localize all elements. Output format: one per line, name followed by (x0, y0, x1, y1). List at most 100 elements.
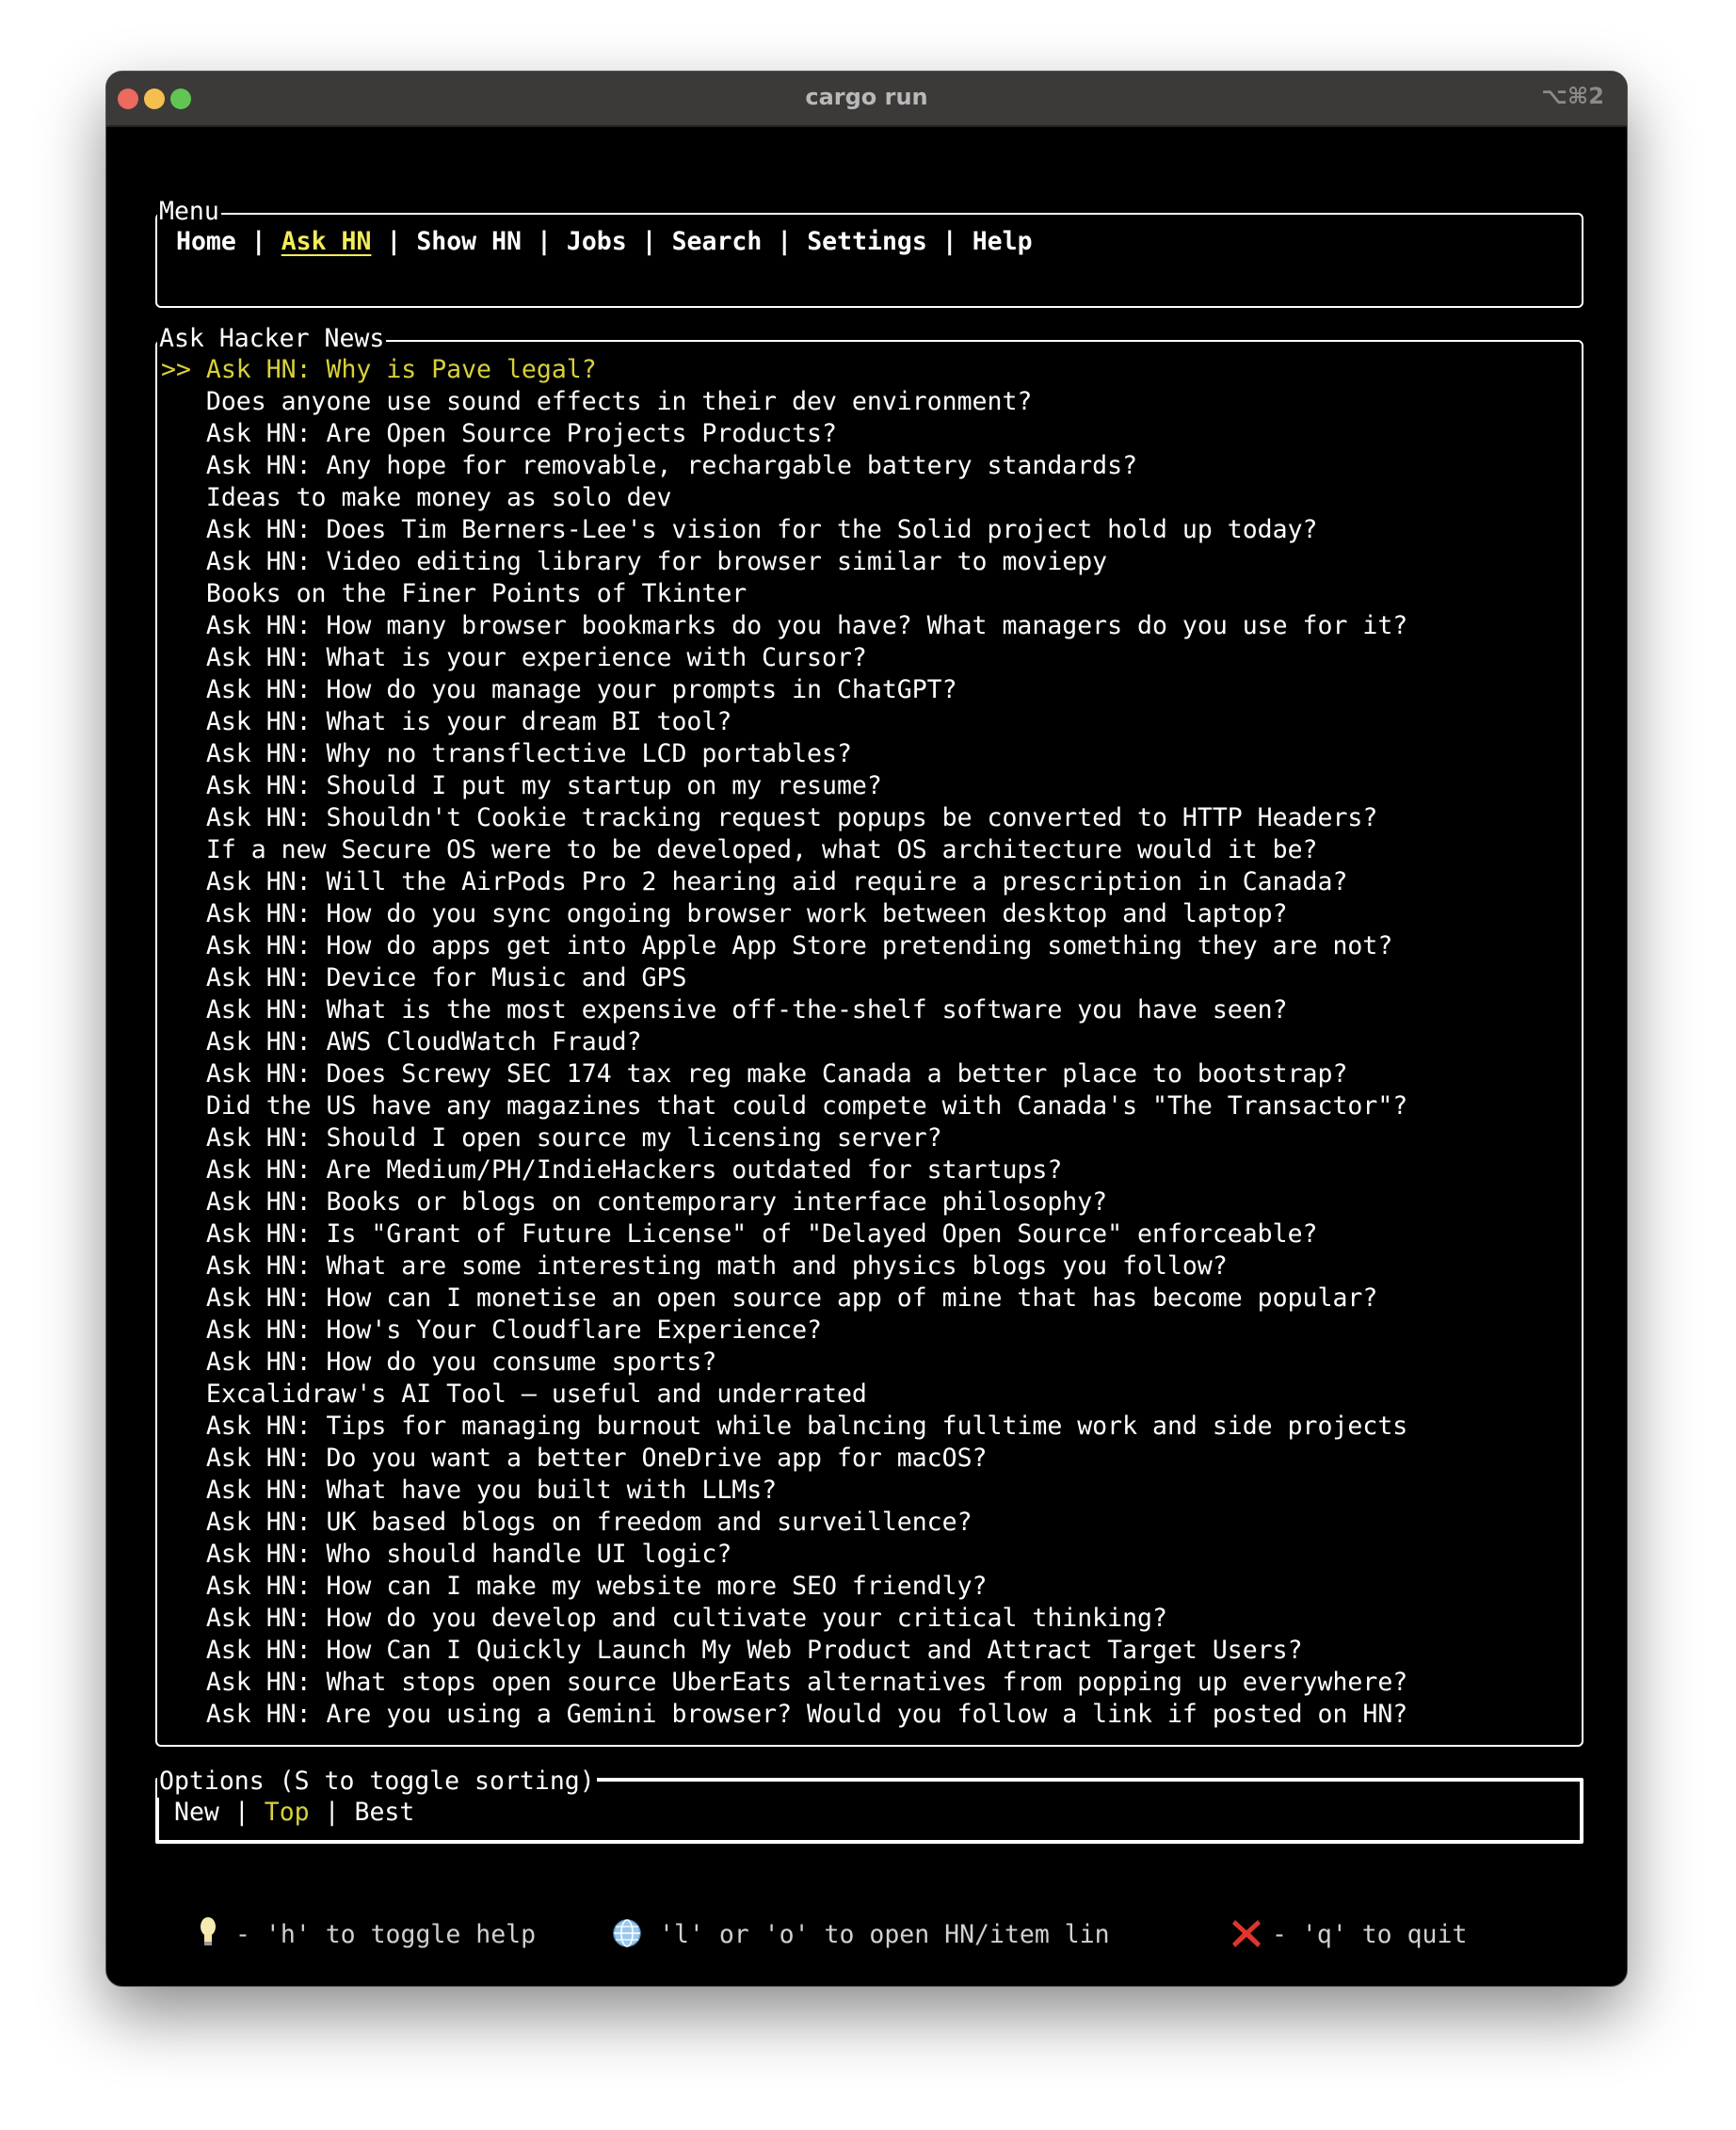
menu-item-jobs[interactable]: Jobs (567, 227, 627, 256)
story-title: Ask HN: Are you using a Gemini browser? … (205, 1700, 1408, 1729)
list-item[interactable]: >> Ask HN: Why is Pave legal? (161, 354, 597, 386)
list-item[interactable]: Ask HN: Do you want a better OneDrive ap… (161, 1443, 988, 1475)
list-item[interactable]: Ask HN: Does Tim Berners-Lee's vision fo… (161, 514, 1318, 546)
story-title: Ask HN: Device for Music and GPS (205, 963, 687, 992)
terminal-window: cargo run ⌥⌘2 Menu Home | Ask HN | Show … (105, 71, 1628, 1987)
list-item[interactable]: Ask HN: What is the most expensive off-t… (161, 994, 1288, 1026)
list-item[interactable]: Excalidraw's AI Tool – useful and underr… (161, 1379, 867, 1411)
list-item[interactable]: Ask HN: Should I open source my licensin… (161, 1122, 942, 1154)
cursor-space (161, 1540, 206, 1569)
list-item[interactable]: Books on the Finer Points of Tkinter (161, 578, 747, 610)
cursor-space (161, 1412, 206, 1441)
menu-item-settings[interactable]: Settings (807, 227, 927, 256)
list-item[interactable]: Ask HN: Shouldn't Cookie tracking reques… (161, 802, 1377, 834)
story-title: Ask HN: Should I put my startup on my re… (205, 771, 882, 800)
lightbulb-icon (201, 1917, 216, 1945)
list-item[interactable]: Ask HN: How can I make my website more S… (161, 1571, 988, 1603)
cursor-space (161, 1187, 206, 1217)
cursor-space (161, 579, 206, 608)
list-item[interactable]: Ask HN: Should I put my startup on my re… (161, 770, 882, 802)
list-item[interactable]: Ask HN: What are some interesting math a… (161, 1251, 1228, 1283)
cursor-space (161, 1347, 206, 1377)
cursor-space (161, 1219, 206, 1249)
list-item[interactable]: Ask HN: Are you using a Gemini browser? … (161, 1699, 1407, 1731)
story-title: Did the US have any magazines that could… (205, 1091, 1408, 1121)
list-item[interactable]: Ask HN: Are Medium/PH/IndieHackers outda… (161, 1154, 1062, 1186)
list-item[interactable]: Ask HN: Who should handle UI logic? (161, 1539, 731, 1571)
menu-separator: | (626, 227, 672, 256)
list-item[interactable]: Ask HN: Is "Grant of Future License" of … (161, 1218, 1318, 1251)
list-item[interactable]: Ask HN: Books or blogs on contemporary i… (161, 1186, 1107, 1218)
cursor-space (161, 611, 206, 640)
story-title: Ask HN: What have you built with LLMs? (205, 1476, 778, 1505)
list-item[interactable]: Ask HN: How do you develop and cultivate… (161, 1603, 1167, 1635)
menu-separator: | (522, 227, 567, 256)
list-item[interactable]: Ideas to make money as solo dev (161, 482, 672, 514)
story-title: Ask HN: How do you consume sports? (205, 1347, 717, 1377)
list-item[interactable]: Ask HN: How do you consume sports? (161, 1347, 716, 1379)
cursor-space (161, 867, 206, 896)
cursor-space (161, 1027, 206, 1057)
list-item[interactable]: Ask HN: What is your experience with Cur… (161, 642, 867, 674)
menu-item-home[interactable]: Home (176, 227, 236, 256)
cursor-space (161, 739, 206, 768)
list-item[interactable]: Ask HN: What stops open source UberEats … (161, 1667, 1407, 1699)
cursor-space (161, 1059, 206, 1089)
story-title: Ask HN: Tips for managing burnout while … (205, 1412, 1408, 1441)
cursor-space (161, 1251, 206, 1281)
list-item[interactable]: Ask HN: How many browser bookmarks do yo… (161, 610, 1407, 642)
list-item[interactable]: Did the US have any magazines that could… (161, 1090, 1407, 1122)
list-item[interactable]: Ask HN: How do you sync ongoing browser … (161, 898, 1288, 930)
list-item[interactable]: Ask HN: What is your dream BI tool? (161, 706, 731, 738)
cursor-space (161, 643, 206, 672)
list-item[interactable]: Ask HN: Device for Music and GPS (161, 962, 687, 994)
story-title: Does anyone use sound effects in their d… (205, 387, 1033, 416)
menu-item-show-hn[interactable]: Show HN (416, 227, 522, 256)
story-title: Ask HN: How can I monetise an open sourc… (205, 1283, 1378, 1313)
cursor-space (161, 1380, 206, 1409)
sort-option-new[interactable]: New (174, 1798, 219, 1827)
open-link-hint: 'l' or 'o' to open HN/item lin (659, 1920, 1110, 1949)
story-title: Excalidraw's AI Tool – useful and underr… (205, 1380, 867, 1409)
story-title: Ask HN: How Can I Quickly Launch My Web … (205, 1636, 1303, 1665)
list-item[interactable]: Ask HN: Why no transflective LCD portabl… (161, 738, 852, 770)
list-item[interactable]: Ask HN: How can I monetise an open sourc… (161, 1283, 1377, 1315)
list-item[interactable]: Ask HN: Are Open Source Projects Product… (161, 418, 837, 450)
story-title: Ask HN: What is your experience with Cur… (205, 643, 867, 672)
menu-item-help[interactable]: Help (972, 227, 1033, 256)
list-item[interactable]: Ask HN: What have you built with LLMs? (161, 1475, 777, 1507)
list-item[interactable]: Ask HN: Will the AirPods Pro 2 hearing a… (161, 866, 1348, 898)
list-item[interactable]: Ask HN: How do apps get into Apple App S… (161, 930, 1392, 962)
list-item[interactable]: Does anyone use sound effects in their d… (161, 386, 1033, 418)
cursor-space (161, 387, 206, 416)
story-title: Ask HN: How many browser bookmarks do yo… (205, 611, 1408, 640)
terminal-content: Menu Home | Ask HN | Show HN | Jobs | Se… (106, 72, 1627, 1986)
list-item[interactable]: Ask HN: Does Screwy SEC 174 tax reg make… (161, 1058, 1348, 1090)
list-item[interactable]: If a new Secure OS were to be developed,… (161, 834, 1318, 866)
menu-separator: | (762, 227, 808, 256)
sort-option-top[interactable]: Top (265, 1798, 310, 1827)
story-title: Ask HN: What stops open source UberEats … (205, 1668, 1408, 1697)
list-item[interactable]: Ask HN: UK based blogs on freedom and su… (161, 1507, 972, 1539)
sort-option-best[interactable]: Best (355, 1798, 415, 1827)
menu-item-search[interactable]: Search (672, 227, 763, 256)
option-separator: | (309, 1798, 355, 1827)
story-title: Ask HN: Are Open Source Projects Product… (205, 419, 837, 448)
story-title: Ask HN: Will the AirPods Pro 2 hearing a… (205, 867, 1348, 896)
cursor-space (161, 483, 206, 512)
cursor-space (161, 1636, 206, 1665)
list-item[interactable]: Ask HN: How's Your Cloudflare Experience… (161, 1315, 822, 1347)
story-title: Ask HN: What is your dream BI tool? (205, 707, 732, 736)
menu-item-ask-hn[interactable]: Ask HN (281, 227, 372, 256)
cursor-space (161, 1315, 206, 1345)
list-item[interactable]: Ask HN: How Can I Quickly Launch My Web … (161, 1635, 1303, 1667)
cursor-space (161, 771, 206, 800)
list-item[interactable]: Ask HN: Tips for managing burnout while … (161, 1411, 1407, 1443)
story-title: Books on the Finer Points of Tkinter (205, 579, 747, 608)
cursor-space (161, 1572, 206, 1601)
list-item[interactable]: Ask HN: Any hope for removable, recharga… (161, 450, 1137, 482)
list-item[interactable]: Ask HN: Video editing library for browse… (161, 546, 1107, 578)
list-item[interactable]: Ask HN: AWS CloudWatch Fraud? (161, 1026, 642, 1058)
list-item[interactable]: Ask HN: How do you manage your prompts i… (161, 674, 957, 706)
story-title: Ideas to make money as solo dev (205, 483, 672, 512)
